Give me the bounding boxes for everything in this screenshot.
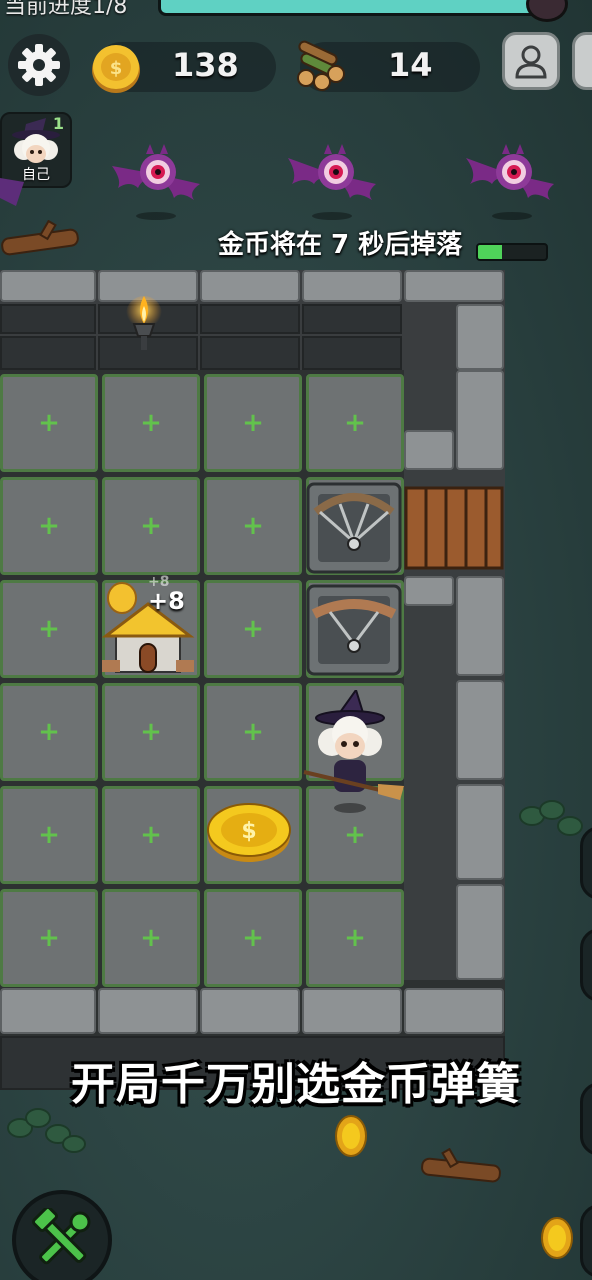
build-slot[interactable]: + — [0, 786, 98, 884]
add-slot-icon: + — [38, 408, 60, 438]
build-slot[interactable]: + — [204, 889, 302, 987]
wooden-log-decor — [1, 220, 79, 256]
torch-icon — [126, 296, 162, 350]
settings-button[interactable] — [8, 34, 70, 96]
profile-icon — [515, 45, 547, 79]
add-slot-icon: + — [140, 820, 162, 850]
add-slot-icon: + — [242, 511, 264, 541]
bat-shadow — [136, 212, 176, 220]
add-slot-icon: + — [140, 511, 162, 541]
build-tools-button[interactable] — [12, 1190, 112, 1280]
purple-figure-icon — [0, 178, 24, 206]
profile-button[interactable] — [502, 32, 560, 90]
gear-icon — [18, 44, 60, 86]
bat-shadow — [312, 212, 352, 220]
small-coin-2 — [541, 1217, 573, 1259]
bat-enemy-3 — [466, 144, 554, 200]
build-slot[interactable]: + — [102, 786, 200, 884]
build-slot[interactable]: + — [0, 477, 98, 575]
dungeon-right-wall — [404, 370, 505, 980]
add-slot-icon: + — [344, 923, 366, 953]
player-card[interactable]: 1 自己 — [0, 112, 72, 188]
bat-shadow — [492, 212, 532, 220]
wooden-gate[interactable] — [404, 484, 504, 570]
add-slot-icon: + — [38, 923, 60, 953]
coin-drop-timer-fill — [478, 245, 502, 259]
build-tools-icon — [32, 1208, 91, 1265]
player-level: 1 — [52, 114, 64, 133]
build-slot[interactable]: + — [306, 889, 404, 987]
build-slot[interactable]: + — [0, 580, 98, 678]
progress-fill — [161, 0, 534, 13]
build-slot[interactable]: + — [0, 683, 98, 781]
add-slot-icon: + — [242, 717, 264, 747]
bat-enemy-2 — [288, 144, 376, 200]
sheep-witch-character — [303, 690, 404, 813]
add-slot-icon: + — [242, 408, 264, 438]
build-slot[interactable]: + — [204, 374, 302, 472]
gold-bonus-text: +8 — [148, 587, 185, 615]
build-slot[interactable]: + — [102, 683, 200, 781]
coin-drop-notice: 金币将在 7 秒后掉落 — [218, 230, 463, 260]
small-coin-1 — [335, 1115, 367, 1157]
build-slot[interactable]: + — [0, 889, 98, 987]
wooden-log-decor — [421, 1148, 501, 1183]
add-slot-icon: + — [242, 614, 264, 644]
spring-trap-1[interactable] — [306, 482, 402, 574]
build-slot[interactable]: + — [204, 477, 302, 575]
plant-decor — [7, 1108, 86, 1153]
gold-value: 138 — [172, 46, 239, 84]
build-slot[interactable]: + — [306, 374, 404, 472]
build-slot[interactable]: + — [0, 374, 98, 472]
progress-bar — [158, 0, 556, 16]
build-slot[interactable]: + — [102, 477, 200, 575]
add-slot-icon: + — [242, 923, 264, 953]
game-screen: { "progress": {"label": "当前进度1/8", "frac… — [0, 0, 592, 1280]
progress-boss-icon — [526, 0, 568, 22]
add-slot-icon: + — [344, 408, 366, 438]
side-button-3[interactable] — [580, 1082, 592, 1156]
wood-logs-icon — [297, 40, 345, 91]
side-button-1[interactable] — [580, 826, 592, 900]
add-slot-icon: + — [38, 820, 60, 850]
add-slot-icon: + — [140, 408, 162, 438]
menu-button[interactable] — [572, 32, 592, 90]
gold-coin-drop[interactable]: $ — [206, 798, 292, 864]
progress-label: 当前进度1/8 — [4, 0, 128, 19]
build-slot[interactable]: + — [102, 889, 200, 987]
add-slot-icon: + — [344, 820, 366, 850]
video-subtitle: 开局千万别选金币弹簧 — [71, 1059, 521, 1110]
build-slot[interactable]: + — [204, 683, 302, 781]
wood-value: 14 — [388, 46, 433, 84]
add-slot-icon: + — [38, 614, 60, 644]
build-slot[interactable]: + — [204, 580, 302, 678]
add-slot-icon: + — [140, 717, 162, 747]
spring-trap-2[interactable] — [306, 584, 402, 676]
bat-enemy-1 — [112, 144, 200, 200]
add-slot-icon: + — [38, 511, 60, 541]
dungeon-top-wall — [0, 270, 505, 370]
side-button-2[interactable] — [580, 928, 592, 1002]
svg-text:$: $ — [241, 819, 256, 844]
svg-text:$: $ — [110, 58, 123, 79]
build-slot[interactable]: + — [102, 374, 200, 472]
add-slot-icon: + — [140, 923, 162, 953]
coin-drop-timer-bar — [476, 243, 548, 261]
gold-coin-icon: $ — [92, 45, 140, 93]
side-button-4[interactable] — [580, 1204, 592, 1278]
add-slot-icon: + — [38, 717, 60, 747]
